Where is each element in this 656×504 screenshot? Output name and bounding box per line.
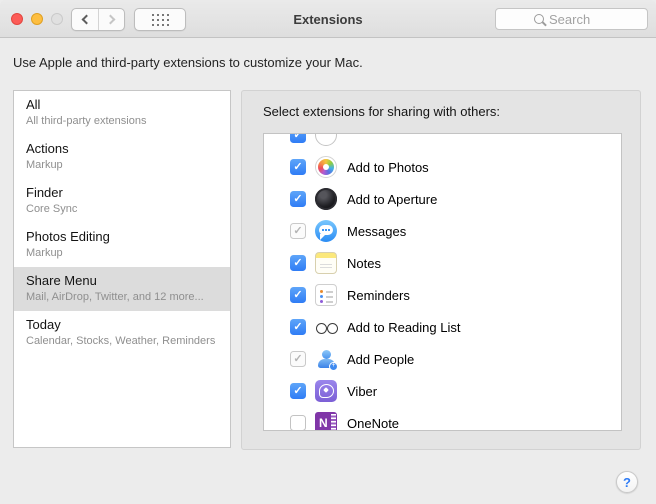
sidebar-item-title: Today <box>26 317 61 332</box>
close-window-button[interactable] <box>11 13 23 25</box>
grid-icon <box>151 13 154 16</box>
extension-label: OneNote <box>347 415 400 431</box>
extension-checkbox[interactable] <box>290 287 306 303</box>
extension-checkbox[interactable] <box>290 159 306 175</box>
extension-label: Add to Reading List <box>347 319 461 335</box>
extension-row-add-to-aperture: Add to Aperture <box>264 183 621 215</box>
search-input[interactable] <box>549 11 609 27</box>
extension-checkbox[interactable] <box>290 319 306 335</box>
extension-checkbox[interactable] <box>290 415 306 430</box>
notes-icon <box>315 252 337 274</box>
chevron-right-icon <box>105 14 115 25</box>
plus-badge-icon <box>329 362 338 371</box>
sidebar-item-today[interactable]: Today Calendar, Stocks, Weather, Reminde… <box>14 311 230 355</box>
question-mark-icon: ? <box>623 474 631 490</box>
extension-label: Add to Photos <box>347 159 429 175</box>
extension-row-add-to-reading-list: Add to Reading List <box>264 311 621 343</box>
extension-row-reminders: Reminders <box>264 279 621 311</box>
extension-row-viber: Viber <box>264 375 621 407</box>
sidebar-item-title: All <box>26 97 41 112</box>
back-forward-segmented-control <box>71 8 125 31</box>
extension-row-onenote: OneNote <box>264 407 621 431</box>
extension-row-add-to-photos: Add to Photos <box>264 151 621 183</box>
sidebar-item-subtitle: Markup <box>26 159 63 171</box>
sidebar-item-title: Share Menu <box>26 273 97 288</box>
aperture-icon <box>315 188 337 210</box>
sidebar-item-share-menu[interactable]: Share Menu Mail, AirDrop, Twitter, and 1… <box>14 267 230 311</box>
viber-icon <box>315 380 337 402</box>
reminders-icon <box>315 284 337 306</box>
extension-label: Viber <box>347 383 378 399</box>
sidebar-item-actions[interactable]: Actions Markup <box>14 135 230 179</box>
sidebar-item-subtitle: Calendar, Stocks, Weather, Reminders <box>26 335 216 347</box>
panel-header: Select extensions for sharing with other… <box>263 104 501 119</box>
chevron-left-icon <box>81 14 92 25</box>
extension-row-partial <box>264 134 621 151</box>
titlebar: Extensions <box>0 0 656 38</box>
minimize-window-button[interactable] <box>31 13 43 25</box>
extension-checkbox <box>290 223 306 239</box>
sidebar-item-title: Photos Editing <box>26 229 110 244</box>
help-button[interactable]: ? <box>616 471 638 493</box>
share-extensions-list[interactable]: Add to Photos Add to Aperture Messages N… <box>263 133 622 431</box>
extension-row-messages: Messages <box>264 215 621 247</box>
extension-label: Messages <box>347 223 407 239</box>
sidebar-item-subtitle: All third-party extensions <box>26 115 147 127</box>
back-button[interactable] <box>72 9 98 30</box>
sidebar-item-photos-editing[interactable]: Photos Editing Markup <box>14 223 230 267</box>
extension-label: Add People <box>347 351 415 367</box>
share-menu-detail-panel: Select extensions for sharing with other… <box>241 90 641 450</box>
sidebar-item-title: Actions <box>26 141 69 156</box>
sidebar-item-title: Finder <box>26 185 63 200</box>
extension-row-add-people: Add People <box>264 343 621 375</box>
extension-label: Reminders <box>347 287 410 303</box>
sidebar-item-subtitle: Mail, AirDrop, Twitter, and 12 more... <box>26 291 204 303</box>
onenote-icon <box>315 412 337 430</box>
app-icon <box>315 134 337 146</box>
intro-text: Use Apple and third-party extensions to … <box>13 55 363 70</box>
add-people-icon <box>315 348 338 371</box>
extension-checkbox[interactable] <box>290 255 306 271</box>
photos-icon <box>315 156 337 178</box>
extension-label: Add to Aperture <box>347 191 438 207</box>
sidebar-item-finder[interactable]: Finder Core Sync <box>14 179 230 223</box>
extension-label: Notes <box>347 255 381 271</box>
extension-checkbox <box>290 351 306 367</box>
extension-checkbox[interactable] <box>290 134 306 143</box>
messages-icon <box>315 220 337 242</box>
extensions-category-sidebar: All All third-party extensions Actions M… <box>13 90 231 448</box>
search-icon <box>534 14 544 24</box>
search-field[interactable] <box>495 8 648 30</box>
sidebar-item-all[interactable]: All All third-party extensions <box>14 91 230 135</box>
reading-list-icon <box>315 316 338 338</box>
sidebar-item-subtitle: Core Sync <box>26 203 78 215</box>
extension-checkbox[interactable] <box>290 383 306 399</box>
forward-button[interactable] <box>98 9 124 30</box>
extension-row-notes: Notes <box>264 247 621 279</box>
show-all-preferences-button[interactable] <box>134 8 186 31</box>
extension-checkbox[interactable] <box>290 191 306 207</box>
zoom-window-button <box>51 13 63 25</box>
sidebar-item-subtitle: Markup <box>26 247 63 259</box>
